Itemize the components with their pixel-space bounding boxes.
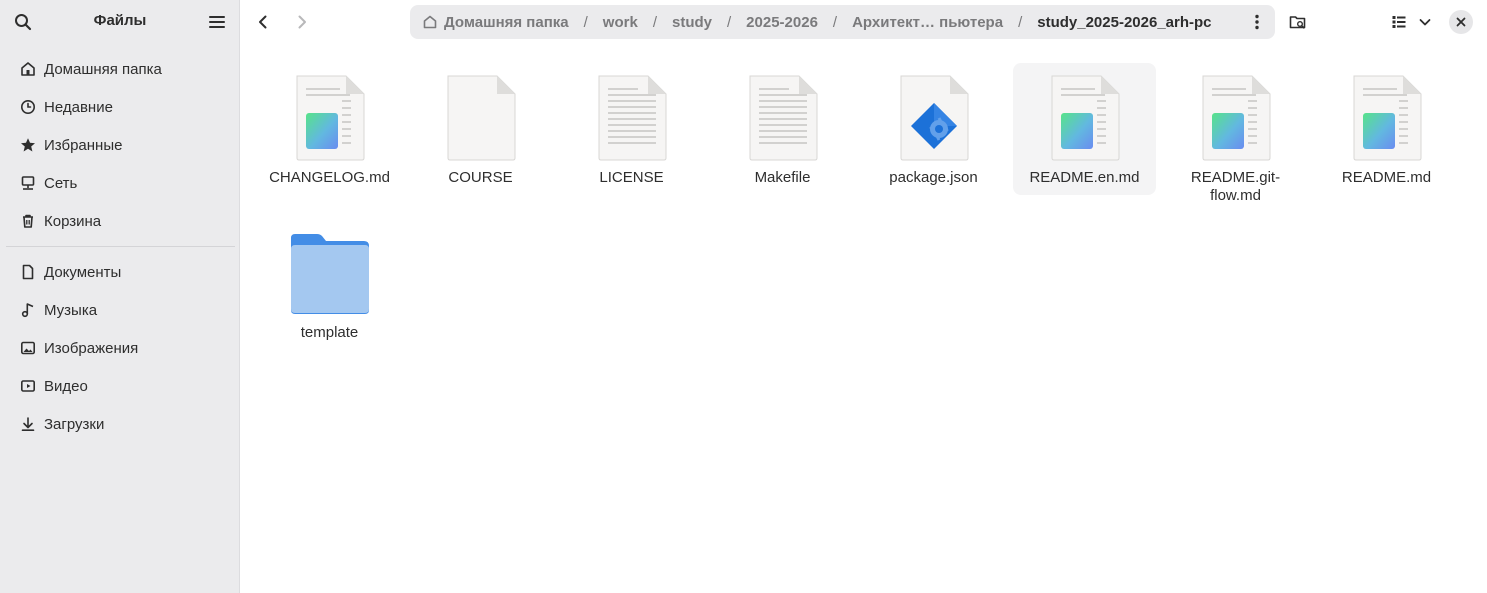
path-menu-button[interactable] <box>1243 8 1271 36</box>
sidebar-item-label: Недавние <box>44 98 113 116</box>
document-icon <box>18 262 38 282</box>
breadcrumb-work[interactable]: work <box>603 14 638 31</box>
main-menu-button[interactable] <box>203 8 231 36</box>
sidebar-item-label: Загрузки <box>44 415 105 433</box>
folder-search-icon <box>1289 16 1306 29</box>
file-name: README.git-flow.md <box>1190 169 1281 204</box>
sidebar-item-home[interactable]: Домашняя папка <box>6 50 235 88</box>
vertical-dots-icon <box>1255 14 1259 30</box>
folder-icon <box>290 232 370 316</box>
sidebar-item-videos[interactable]: Видео <box>6 367 235 405</box>
hamburger-icon <box>209 16 225 28</box>
file-name: README.en.md <box>1029 169 1140 186</box>
sidebar-item-label: Музыка <box>44 301 98 319</box>
blank-file-icon <box>445 74 517 162</box>
folder-item[interactable]: template <box>258 232 401 364</box>
sidebar-item-label: Корзина <box>44 212 102 230</box>
text-file-icon <box>596 74 668 162</box>
chevron-down-icon <box>1419 19 1431 26</box>
star-icon <box>18 135 38 155</box>
sidebar-item-label: Сеть <box>44 174 78 192</box>
music-icon <box>18 300 38 320</box>
file-name: CHANGELOG.md <box>269 169 390 186</box>
sidebar-item-label: Документы <box>44 263 122 281</box>
search-in-folder-button[interactable] <box>1284 8 1312 36</box>
image-icon <box>18 338 38 358</box>
file-name: LICENSE <box>599 169 664 186</box>
file-name: package.json <box>889 169 978 186</box>
breadcrumb-year[interactable]: 2025-2026 <box>746 14 818 31</box>
trash-icon <box>18 211 38 231</box>
sidebar-item-network[interactable]: Сеть <box>6 164 235 202</box>
sidebar-item-label: Домашняя папка <box>44 60 162 78</box>
file-item[interactable]: LICENSE <box>560 63 703 195</box>
file-item[interactable]: README.md <box>1315 63 1458 195</box>
sidebar-header: Файлы <box>0 0 240 44</box>
breadcrumb-separator: / <box>1018 13 1023 31</box>
sidebar-item-label: Видео <box>44 377 88 395</box>
breadcrumb-separator: / <box>583 13 588 31</box>
markdown-file-icon <box>1200 74 1272 162</box>
sidebar-item-starred[interactable]: Избранные <box>6 126 235 164</box>
file-grid: CHANGELOG.md COURSE LICENSE Makefile pac… <box>241 44 1485 593</box>
sidebar-item-documents[interactable]: Документы <box>6 253 235 291</box>
home-icon <box>18 59 38 79</box>
file-item[interactable]: README.en.md <box>1013 63 1156 195</box>
markdown-file-icon <box>294 74 366 162</box>
chevron-right-icon <box>298 15 306 29</box>
text-file-icon <box>747 74 819 162</box>
sidebar-places: Домашняя папка Недавние Избранные Сеть К… <box>6 50 235 240</box>
file-item[interactable]: CHANGELOG.md <box>258 63 401 195</box>
breadcrumb-separator: / <box>727 13 732 31</box>
sidebar-item-trash[interactable]: Корзина <box>6 202 235 240</box>
back-button[interactable] <box>249 8 277 36</box>
sidebar-item-label: Избранные <box>44 136 123 154</box>
file-manager-window: Файлы Домашняя папка Недавние Избранные … <box>0 0 1487 593</box>
breadcrumb-home[interactable]: Домашняя папка <box>422 14 569 31</box>
sidebar-item-label: Изображения <box>44 339 139 357</box>
chevron-left-icon <box>259 15 267 29</box>
close-button[interactable] <box>1449 10 1473 34</box>
markdown-file-icon <box>1049 74 1121 162</box>
forward-button[interactable] <box>288 8 316 36</box>
folder-name: template <box>300 324 359 341</box>
clock-icon <box>18 97 38 117</box>
breadcrumb-separator: / <box>832 13 838 31</box>
file-item[interactable]: COURSE <box>409 63 552 195</box>
file-item[interactable]: README.git-flow.md <box>1164 63 1307 204</box>
file-item[interactable]: package.json <box>862 63 1005 195</box>
sidebar-bookmarks: Документы Музыка Изображения Видео Загру… <box>6 253 235 443</box>
sidebar-item-pictures[interactable]: Изображения <box>6 329 235 367</box>
network-icon <box>18 173 38 193</box>
video-icon <box>18 376 38 396</box>
sidebar-item-recent[interactable]: Недавние <box>6 88 235 126</box>
sidebar-item-downloads[interactable]: Загрузки <box>6 405 235 443</box>
sidebar-item-music[interactable]: Музыка <box>6 291 235 329</box>
breadcrumb-separator: / <box>652 13 657 31</box>
file-name: README.md <box>1341 169 1432 186</box>
header-bar: Домашняя папка / work / study / 2025-202… <box>241 0 1487 44</box>
view-options-button[interactable] <box>1413 8 1437 36</box>
path-bar: Домашняя папка / work / study / 2025-202… <box>410 5 1275 39</box>
file-name: COURSE <box>448 169 513 186</box>
sidebar-divider <box>6 246 235 247</box>
close-icon <box>1456 17 1466 27</box>
breadcrumb-course[interactable]: Архитект… пьютера <box>852 14 1003 31</box>
home-icon <box>423 15 437 29</box>
file-name: Makefile <box>754 169 811 186</box>
sidebar: Файлы Домашняя папка Недавние Избранные … <box>0 0 240 593</box>
breadcrumb-label: Домашняя папка <box>444 13 569 31</box>
download-icon <box>18 414 38 434</box>
list-view-icon <box>1392 16 1406 28</box>
breadcrumb-study[interactable]: study <box>672 14 712 31</box>
view-list-button[interactable] <box>1385 8 1413 36</box>
breadcrumb-current[interactable]: study_2025-2026_arh-pc <box>1037 14 1211 31</box>
file-item[interactable]: Makefile <box>711 63 854 195</box>
json-file-icon <box>898 74 970 162</box>
markdown-file-icon <box>1351 74 1423 162</box>
